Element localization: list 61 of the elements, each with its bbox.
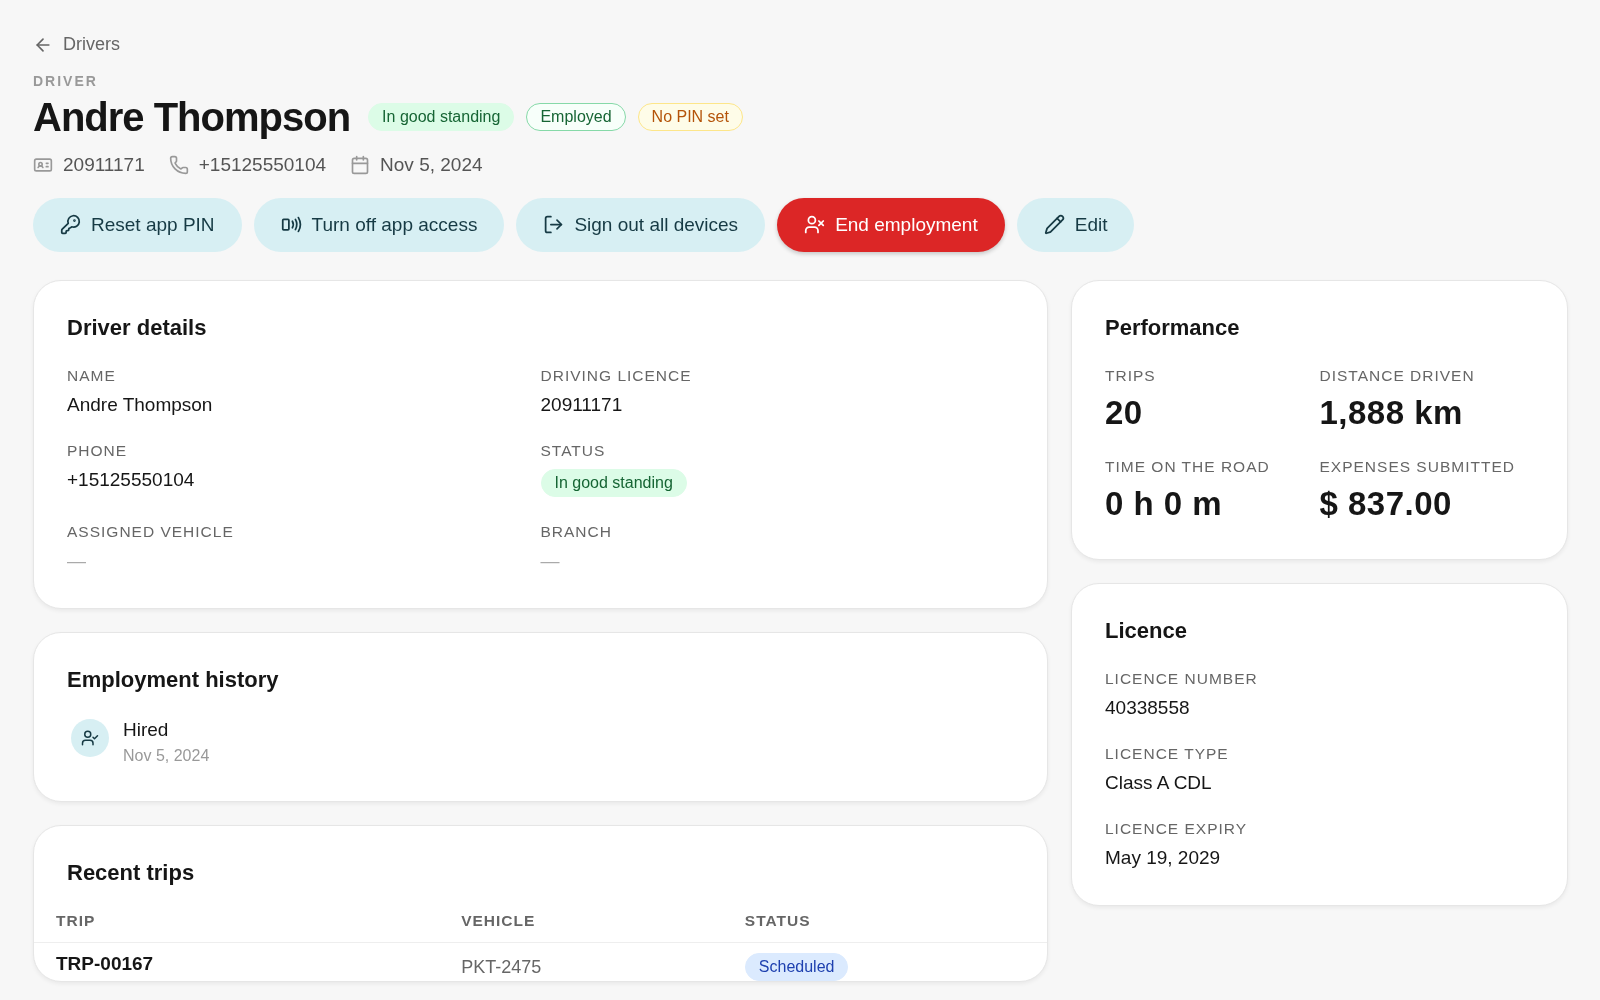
status-badge: No PIN set bbox=[637, 103, 743, 131]
action-button[interactable]: Reset app PIN bbox=[33, 197, 242, 252]
field-value: 40338558 bbox=[1105, 696, 1190, 719]
vehicle-plate: PKT-2475 bbox=[461, 956, 542, 978]
meta-text: +15125550104 bbox=[198, 153, 327, 176]
field-label: BRANCH bbox=[540, 522, 612, 541]
field-value: Andre Thompson bbox=[67, 393, 213, 416]
card-title: Performance bbox=[1105, 314, 1241, 341]
stat-label: TRIPS bbox=[1105, 366, 1156, 385]
field-value: — bbox=[67, 549, 86, 572]
action-button[interactable]: Edit bbox=[1016, 197, 1135, 252]
card-title: Employment history bbox=[67, 666, 280, 693]
stat-label: TIME ON THE ROAD bbox=[1105, 457, 1270, 476]
status-badge: In good standing bbox=[540, 468, 687, 497]
driver-name-title: Andre Thompson bbox=[33, 94, 351, 140]
stat-label: DISTANCE DRIVEN bbox=[1319, 366, 1475, 385]
event-title: Hired bbox=[123, 718, 170, 741]
card-title: Recent trips bbox=[66, 859, 196, 886]
page-eyebrow: DRIVER bbox=[33, 72, 99, 89]
field-label: LICENCE NUMBER bbox=[1105, 669, 1258, 688]
user-remove-icon bbox=[804, 214, 826, 235]
field-label: LICENCE EXPIRY bbox=[1105, 819, 1248, 838]
stat-value: 20 bbox=[1105, 393, 1143, 432]
pencil-icon bbox=[1043, 214, 1065, 235]
field-label: STATUS bbox=[540, 441, 606, 460]
field-label: DRIVING LICENCE bbox=[540, 366, 692, 385]
meta-text: Nov 5, 2024 bbox=[380, 153, 483, 176]
stat-value: 1,888 km bbox=[1319, 393, 1463, 432]
action-button[interactable]: Turn off app access bbox=[253, 197, 505, 252]
action-button[interactable]: Sign out all devices bbox=[516, 197, 766, 252]
card-title: Licence bbox=[1105, 617, 1188, 644]
field-value: — bbox=[540, 549, 560, 572]
back-link[interactable]: Drivers bbox=[33, 34, 120, 55]
event-date: Nov 5, 2024 bbox=[123, 746, 210, 765]
field-value: Class A CDL bbox=[1105, 771, 1212, 794]
action-button[interactable]: End employment bbox=[777, 197, 1005, 252]
field-label: PHONE bbox=[67, 441, 128, 460]
field-value: +15125550104 bbox=[67, 468, 195, 491]
stat-value: $ 837.00 bbox=[1319, 484, 1452, 523]
stat-label: EXPENSES SUBMITTED bbox=[1319, 457, 1515, 476]
user-check-icon bbox=[71, 718, 109, 757]
phone-icon bbox=[168, 154, 189, 175]
phone-waves-icon bbox=[280, 214, 302, 235]
trip-status-badge: Scheduled bbox=[744, 952, 849, 981]
column-header: STATUS bbox=[722, 911, 1047, 942]
key-icon bbox=[60, 214, 81, 235]
field-label: NAME bbox=[67, 366, 116, 385]
stat-value: 0 h 0 m bbox=[1105, 484, 1223, 523]
status-badge: In good standing bbox=[368, 103, 515, 131]
field-label: ASSIGNED VEHICLE bbox=[67, 522, 234, 541]
field-value: 20911171 bbox=[540, 393, 623, 416]
status-badge: Employed bbox=[526, 103, 626, 131]
trip-id: TRP-00167 bbox=[56, 952, 154, 974]
meta-text: 20911171 bbox=[63, 153, 145, 176]
column-header: VEHICLE bbox=[439, 911, 723, 942]
calendar-icon bbox=[350, 154, 371, 175]
card-title: Driver details bbox=[67, 314, 208, 341]
column-header: TRIP bbox=[34, 911, 440, 942]
sign-out-icon bbox=[543, 214, 565, 235]
field-value: May 19, 2029 bbox=[1105, 846, 1221, 869]
field-label: LICENCE TYPE bbox=[1105, 744, 1229, 763]
